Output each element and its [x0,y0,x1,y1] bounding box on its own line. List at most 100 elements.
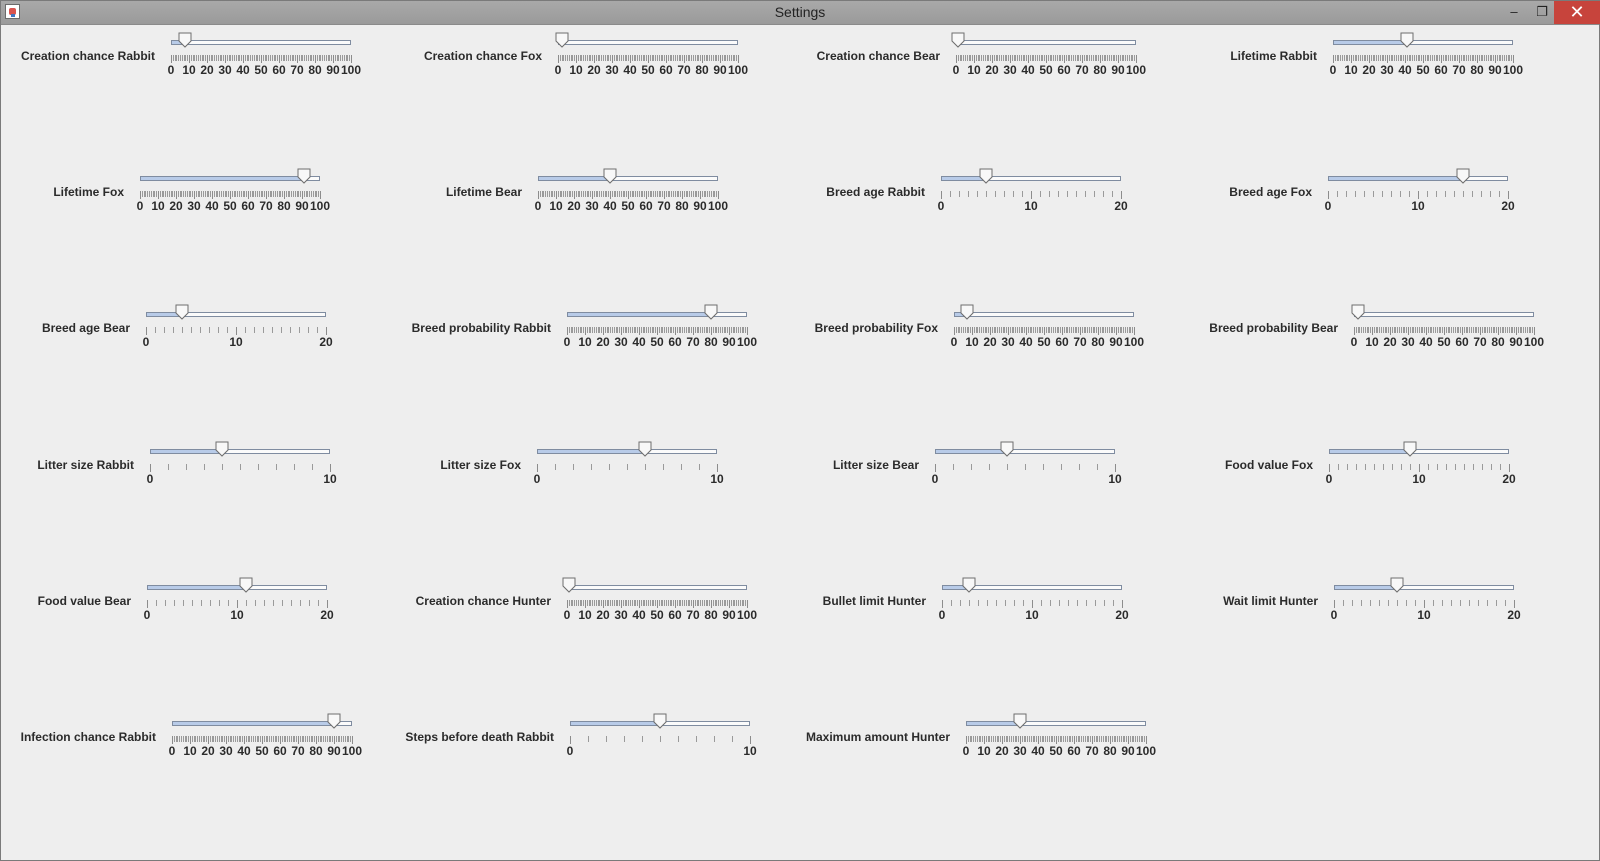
minor-tick [284,55,285,61]
creation-chance-bear-slider[interactable]: 0 10 20 30 40 50 60 70 80 90 100 [951,32,1146,82]
major-tick [297,55,298,63]
minor-tick [173,55,174,61]
tick-label: 100 [1502,63,1524,77]
slider-track[interactable] [146,312,326,317]
minor-tick [714,736,715,742]
food-value-bear-slider[interactable]: 0 10 20 [144,577,334,627]
slider-thumb[interactable] [1456,168,1470,184]
slider-thumb[interactable] [555,32,569,48]
slider-track[interactable] [1329,449,1509,454]
minor-tick [208,191,209,197]
slider-thumb[interactable] [603,168,617,184]
major-tick [244,736,245,744]
slider-thumb[interactable] [175,304,189,320]
breed-age-bear-slider[interactable]: 0 10 20 [143,304,333,354]
slider-fill [148,586,247,589]
slider-track[interactable] [956,40,1136,45]
slider-track[interactable] [538,176,718,181]
wait-limit-hunter-slider[interactable]: 0 10 20 [1331,577,1521,627]
minor-tick [543,191,544,197]
minimize-button[interactable]: – [1500,1,1528,24]
slider-track[interactable] [150,449,330,454]
slider-thumb[interactable] [653,713,667,729]
minor-tick [959,327,960,333]
restore-button[interactable]: ❐ [1528,1,1556,24]
slider-thumb[interactable] [962,577,976,593]
breed-age-rabbit-slider[interactable]: 0 10 20 [938,168,1128,218]
slider-track[interactable] [171,40,351,45]
slider-thumb[interactable] [178,32,192,48]
slider-track[interactable] [172,721,352,726]
slider-thumb[interactable] [1390,577,1404,593]
food-value-fox-slider[interactable]: 0 10 20 [1326,441,1516,491]
slider-thumb[interactable] [1013,713,1027,729]
infection-chance-rabbit-slider[interactable]: 0 10 20 30 40 50 60 70 80 90 100 [169,713,362,763]
close-button[interactable]: ✕ [1554,1,1600,24]
breed-probability-bear-slider[interactable]: 0 10 20 30 40 50 60 70 80 90 100 [1351,304,1544,354]
slider-track[interactable] [966,721,1146,726]
major-tick [657,600,658,608]
slider-thumb[interactable] [638,441,652,457]
title-bar[interactable]: Settings – ❐ ✕ [1,1,1600,25]
minor-tick [653,600,654,606]
bullet-limit-hunter-slider[interactable]: 0 10 20 [939,577,1129,627]
slider-track[interactable] [1354,312,1534,317]
slider-track[interactable] [935,449,1115,454]
minor-tick [583,55,584,61]
litter-size-fox-slider[interactable]: 0 10 [534,441,724,491]
slider-track[interactable] [1333,40,1513,45]
slider-thumb[interactable] [239,577,253,593]
slider-track[interactable] [941,176,1121,181]
slider-track[interactable] [558,40,738,45]
litter-size-rabbit-slider[interactable]: 0 10 [147,441,337,491]
slider-track[interactable] [1328,176,1508,181]
slider-thumb[interactable] [1403,441,1417,457]
minor-tick [1091,55,1092,61]
slider-track[interactable] [147,585,327,590]
slider-thumb[interactable] [562,577,576,593]
minor-tick [298,191,299,197]
slider-thumb[interactable] [979,168,993,184]
creation-chance-hunter-slider[interactable]: 0 10 20 30 40 50 60 70 80 90 100 [562,577,757,627]
minor-tick [190,191,191,197]
slider-track[interactable] [567,312,747,317]
minor-tick [587,327,588,333]
slider-track[interactable] [954,312,1134,317]
minor-tick [1370,600,1371,606]
slider-thumb[interactable] [1351,304,1365,320]
minor-tick [293,55,294,61]
slider-track[interactable] [140,176,320,181]
minor-tick [695,327,696,333]
slider-thumb[interactable] [1000,441,1014,457]
slider-thumb[interactable] [327,713,341,729]
maximum-amount-hunter-slider[interactable]: 0 10 20 30 40 50 60 70 80 90 100 [963,713,1156,763]
slider-thumb[interactable] [1400,32,1414,48]
slider-track[interactable] [567,585,747,590]
breed-probability-fox-slider[interactable]: 0 10 20 30 40 50 60 70 80 90 100 [951,304,1144,354]
slider-thumb[interactable] [297,168,311,184]
lifetime-bear-slider[interactable]: 0 10 20 30 40 50 60 70 80 90 100 [535,168,728,218]
minor-tick [1361,600,1362,606]
creation-chance-fox-slider[interactable]: 0 10 20 30 40 50 60 70 80 90 100 [555,32,748,82]
slider-thumb[interactable] [960,304,974,320]
tick-label: 100 [736,608,758,622]
lifetime-rabbit-slider[interactable]: 0 10 20 30 40 50 60 70 80 90 100 [1330,32,1523,82]
major-tick [1405,55,1406,63]
creation-chance-rabbit-slider[interactable]: 0 10 20 30 40 50 60 70 80 90 100 [168,32,361,82]
steps-before-death-rabbit-slider[interactable]: 0 10 [567,713,757,763]
slider-thumb[interactable] [951,32,965,48]
litter-size-bear-slider[interactable]: 0 10 [932,441,1122,491]
minor-tick [673,327,674,333]
minor-tick [985,55,986,61]
lifetime-fox-slider[interactable]: 0 10 20 30 40 50 60 70 80 90 100 [137,168,330,218]
slider-thumb[interactable] [215,441,229,457]
breed-probability-rabbit-slider[interactable]: 0 10 20 30 40 50 60 70 80 90 100 [564,304,757,354]
breed-age-fox-slider[interactable]: 0 10 20 [1325,168,1515,218]
tick-label: 50 [650,335,664,349]
slider-track[interactable] [537,449,717,454]
tick-label: 20 [1501,199,1515,213]
tick-label: 50 [1049,744,1063,758]
slider-thumb[interactable] [704,304,718,320]
slider-track[interactable] [1334,585,1514,590]
slider-label: Maximum amount Hunter [805,730,950,744]
